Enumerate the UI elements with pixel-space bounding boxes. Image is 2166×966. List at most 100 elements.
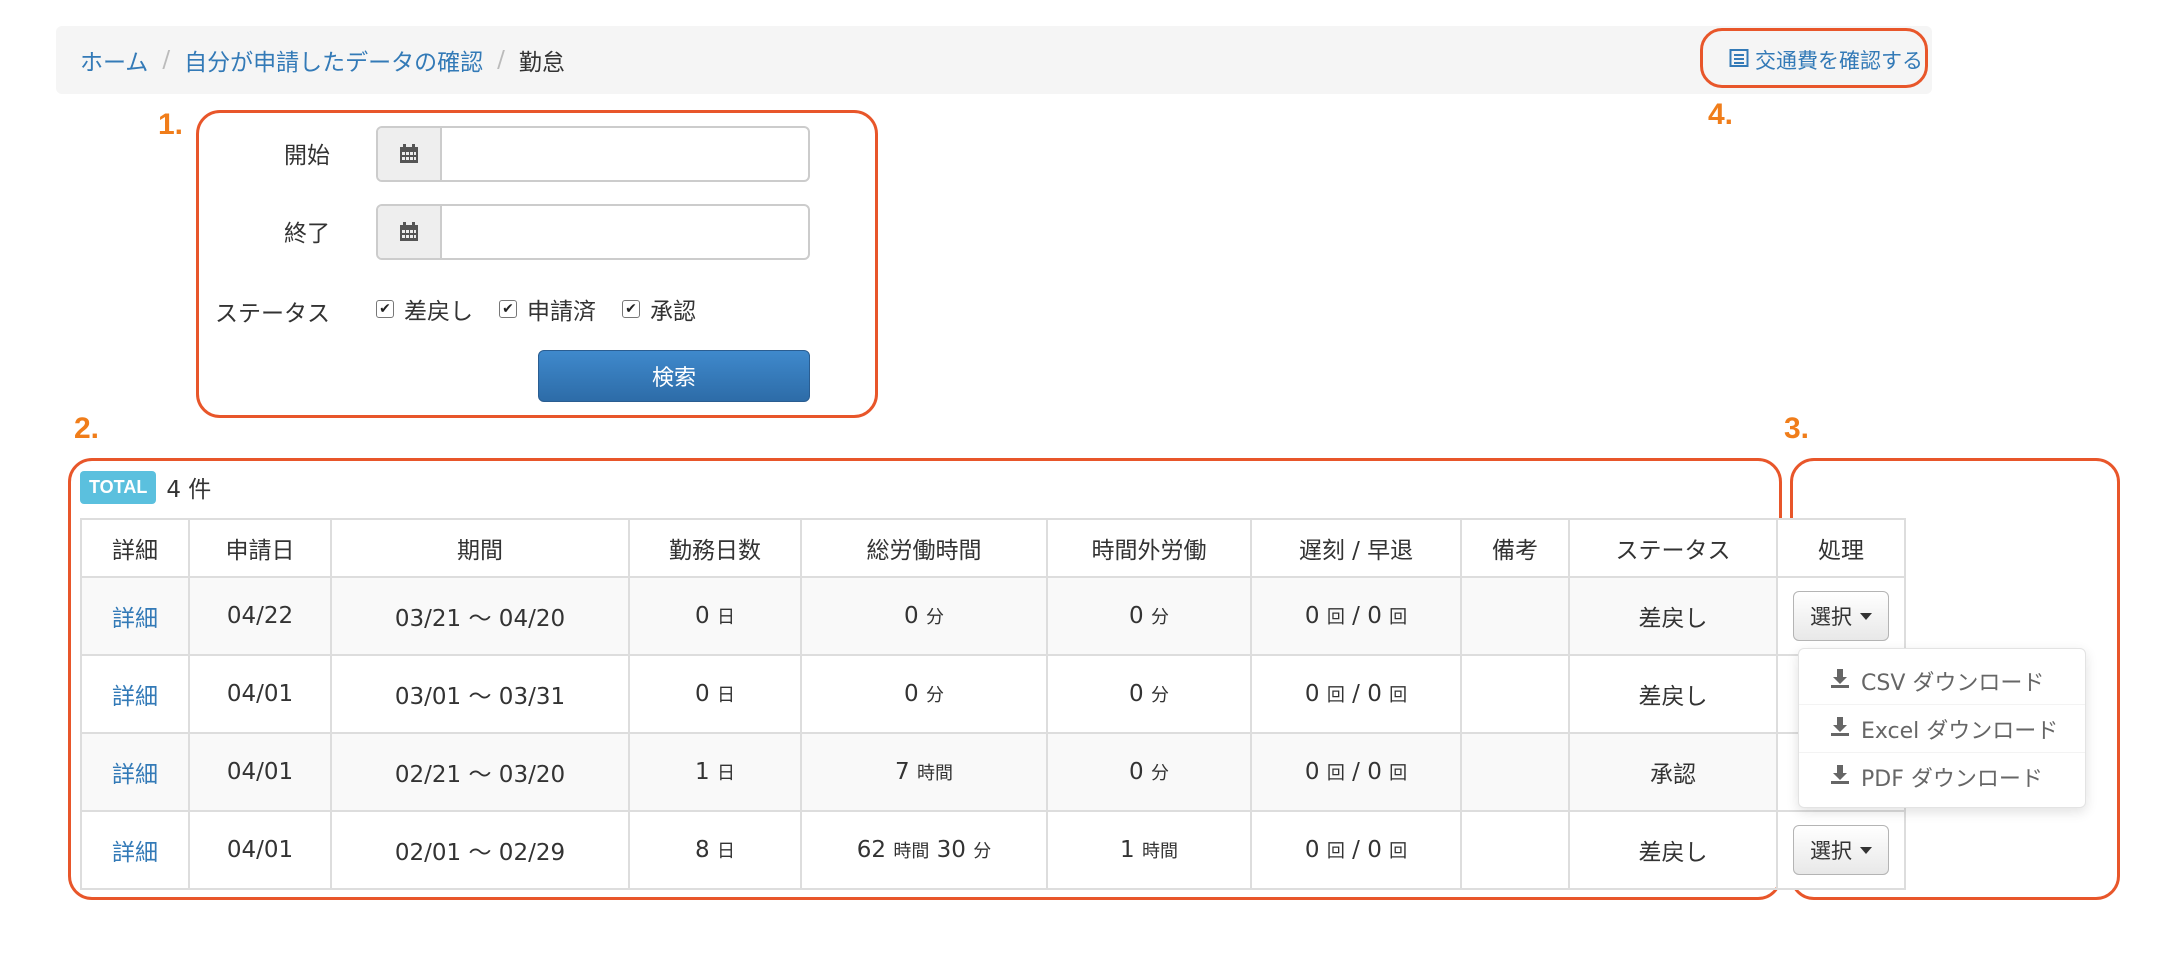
period-cell: 03/21 〜 04/20 [330, 576, 630, 656]
calendar-icon[interactable] [378, 128, 442, 180]
column-header: 時間外労働 [1046, 518, 1252, 578]
breadcrumb-separator: / [497, 47, 505, 73]
work-days-cell: 8 日 [628, 810, 802, 890]
callout-number-4: 4. [1708, 98, 1734, 131]
start-date-group [376, 126, 810, 182]
late-early-cell: 0 回 / 0 回 [1250, 654, 1462, 734]
detail-link[interactable]: 詳細 [80, 576, 190, 656]
csv-download-item[interactable]: CSV ダウンロード [1799, 657, 2085, 705]
calendar-icon[interactable] [378, 206, 442, 258]
column-header: 処理 [1776, 518, 1906, 578]
apply-date-cell: 04/01 [188, 732, 332, 812]
overtime-cell: 0 分 [1046, 732, 1252, 812]
action-cell: 選択 [1776, 576, 1906, 656]
period-cell: 02/01 〜 02/29 [330, 810, 630, 890]
note-cell [1460, 576, 1570, 656]
work-days-cell: 1 日 [628, 732, 802, 812]
checkbox-checked-icon[interactable]: ✔ [622, 300, 640, 318]
late-early-cell: 0 回 / 0 回 [1250, 810, 1462, 890]
apply-date-cell: 04/22 [188, 576, 332, 656]
attendance-table: 詳細 申請日 期間 勤務日数 総労働時間 時間外労働 遅刻 / 早退 備考 ステ… [80, 518, 1906, 890]
apply-date-cell: 04/01 [188, 654, 332, 734]
total-badge: TOTAL [80, 470, 157, 504]
column-header: 詳細 [80, 518, 190, 578]
breadcrumb-home-link[interactable]: ホーム [80, 43, 148, 77]
work-days-cell: 0 日 [628, 654, 802, 734]
total-count-value: 4 件 [166, 477, 212, 503]
breadcrumb-current: 勤怠 [518, 50, 565, 76]
note-cell [1460, 810, 1570, 890]
dropdown-item-label: PDF ダウンロード [1861, 767, 2043, 792]
column-header: 勤務日数 [628, 518, 802, 578]
select-dropdown-button[interactable]: 選択 [1793, 825, 1889, 875]
download-icon [1829, 763, 1851, 791]
detail-link[interactable]: 詳細 [80, 732, 190, 812]
status-check-applied[interactable]: ✔ 申請済 [499, 292, 596, 326]
overtime-cell: 0 分 [1046, 654, 1252, 734]
pdf-download-item[interactable]: PDF ダウンロード [1799, 753, 2085, 801]
transport-expense-link[interactable]: 交通費を確認する [1716, 30, 1936, 90]
status-check-approved[interactable]: ✔ 承認 [622, 292, 696, 326]
callout-number-1: 1. [158, 108, 184, 141]
status-check-remand[interactable]: ✔ 差戻し [376, 292, 473, 326]
start-label: 開始 [284, 143, 330, 169]
select-button-label: 選択 [1810, 605, 1852, 629]
column-header: 備考 [1460, 518, 1570, 578]
caret-down-icon [1860, 846, 1872, 854]
dropdown-item-label: CSV ダウンロード [1861, 670, 2045, 696]
checkbox-checked-icon[interactable]: ✔ [499, 300, 517, 318]
status-check-label: 差戻し [404, 299, 473, 325]
column-header: 総労働時間 [800, 518, 1048, 578]
status-cell: 承認 [1568, 732, 1778, 812]
detail-link[interactable]: 詳細 [80, 810, 190, 890]
status-checkboxes: ✔ 差戻し ✔ 申請済 ✔ 承認 [376, 292, 696, 326]
column-header: 申請日 [188, 518, 332, 578]
table-header-row: 詳細 申請日 期間 勤務日数 総労働時間 時間外労働 遅刻 / 早退 備考 ステ… [80, 518, 1906, 578]
start-date-input[interactable] [442, 128, 808, 180]
list-icon [1729, 48, 1749, 73]
period-cell: 03/01 〜 03/31 [330, 654, 630, 734]
action-cell: 選択 [1776, 810, 1906, 890]
caret-down-icon [1860, 612, 1872, 620]
breadcrumb-separator: / [162, 47, 171, 73]
select-button-label: 選択 [1810, 839, 1852, 863]
table-row: 詳細 04/01 02/21 〜 03/20 1 日 7 時間 0 分 0 回 … [80, 732, 1906, 812]
status-check-label: 申請済 [527, 299, 596, 325]
apply-date-cell: 04/01 [188, 810, 332, 890]
status-check-label: 承認 [650, 299, 696, 325]
total-hours-cell: 62 時間 30 分 [800, 810, 1048, 890]
overtime-cell: 0 分 [1046, 576, 1252, 656]
select-dropdown-button[interactable]: 選択 [1793, 591, 1889, 641]
dropdown-item-label: Excel ダウンロード [1861, 718, 2059, 744]
breadcrumb: ホーム / 自分が申請したデータの確認 / 勤怠 [56, 26, 1932, 94]
total-count: TOTAL 4 件 [80, 470, 211, 504]
total-hours-cell: 0 分 [800, 654, 1048, 734]
status-cell: 差戻し [1568, 654, 1778, 734]
status-label: ステータス [215, 301, 330, 327]
column-header: 遅刻 / 早退 [1250, 518, 1462, 578]
checkbox-checked-icon[interactable]: ✔ [376, 300, 394, 318]
period-cell: 02/21 〜 03/20 [330, 732, 630, 812]
column-header: 期間 [330, 518, 630, 578]
download-icon [1829, 715, 1851, 743]
download-dropdown-menu: CSV ダウンロード Excel ダウンロード PDF ダウンロード [1798, 648, 2086, 808]
callout-number-3: 3. [1784, 412, 1810, 445]
detail-link[interactable]: 詳細 [80, 654, 190, 734]
excel-download-item[interactable]: Excel ダウンロード [1799, 705, 2085, 753]
download-icon [1829, 667, 1851, 695]
overtime-cell: 1 時間 [1046, 810, 1252, 890]
note-cell [1460, 732, 1570, 812]
table-row: 詳細 04/22 03/21 〜 04/20 0 日 0 分 0 分 0 回 /… [80, 576, 1906, 656]
table-row: 詳細 04/01 02/01 〜 02/29 8 日 62 時間 30 分 1 … [80, 810, 1906, 890]
total-hours-cell: 0 分 [800, 576, 1048, 656]
transport-expense-label: 交通費を確認する [1755, 49, 1923, 73]
late-early-cell: 0 回 / 0 回 [1250, 576, 1462, 656]
status-cell: 差戻し [1568, 810, 1778, 890]
total-hours-cell: 7 時間 [800, 732, 1048, 812]
work-days-cell: 0 日 [628, 576, 802, 656]
search-button[interactable]: 検索 [538, 350, 810, 402]
table-row: 詳細 04/01 03/01 〜 03/31 0 日 0 分 0 分 0 回 /… [80, 654, 1906, 734]
end-date-group [376, 204, 810, 260]
end-date-input[interactable] [442, 206, 808, 258]
breadcrumb-requested-link[interactable]: 自分が申請したデータの確認 [184, 43, 483, 77]
